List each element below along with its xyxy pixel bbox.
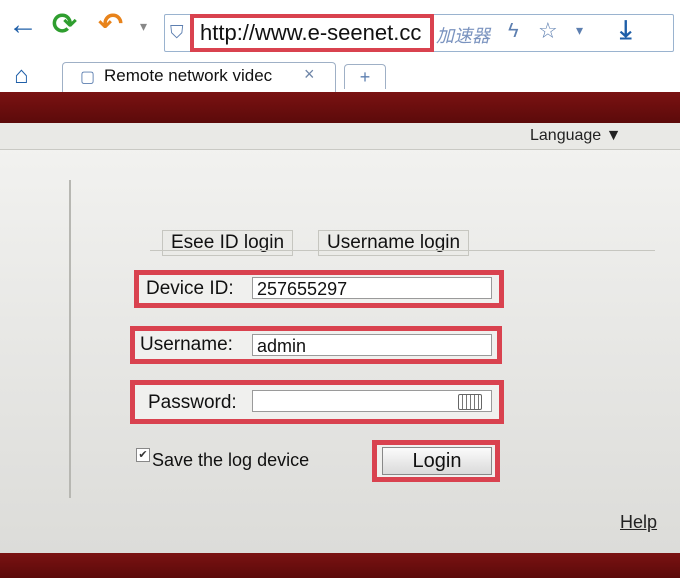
refresh-icon[interactable]: ⟳ (52, 10, 77, 40)
page-icon: ▢ (80, 69, 96, 86)
accelerator-label[interactable]: 加速器 (436, 22, 490, 48)
password-label: Password: (148, 392, 237, 413)
history-dropdown-icon[interactable]: ▾ (140, 18, 147, 35)
lightning-icon[interactable]: ϟ (508, 20, 519, 43)
dropdown-icon[interactable]: ▾ (576, 22, 583, 39)
keyboard-icon[interactable] (458, 394, 482, 410)
username-input[interactable]: admin (252, 334, 492, 356)
back-arrow-icon[interactable]: ← (8, 10, 38, 40)
login-button[interactable]: Login (382, 447, 492, 475)
username-label: Username: (140, 334, 233, 355)
home-icon[interactable]: ⌂ (14, 62, 29, 90)
tab-esee-id-login[interactable]: Esee ID login (162, 230, 294, 256)
url-text[interactable]: http://www.e-seenet.cc (200, 18, 421, 48)
tab-username-login[interactable]: Username login (318, 230, 470, 256)
undo-icon[interactable]: ↶ (98, 10, 123, 40)
language-menu[interactable]: Language ▼ (530, 127, 621, 145)
save-device-label: Save the log device (152, 450, 310, 470)
tab-underline (150, 250, 655, 251)
save-device-checkbox[interactable]: ✔ (136, 448, 150, 462)
device-id-input[interactable]: 257655297 (252, 277, 492, 299)
device-id-label: Device ID: (146, 278, 234, 299)
footer-banner (0, 553, 680, 578)
header-banner (0, 92, 680, 123)
help-link[interactable]: Help (620, 512, 657, 533)
new-tab-button[interactable]: + (344, 64, 386, 89)
download-icon[interactable]: ⤓ (620, 14, 632, 46)
shield-icon: ⛉ (170, 22, 184, 42)
tab-close-icon[interactable]: × (304, 64, 315, 85)
star-icon[interactable]: ☆ (538, 18, 558, 44)
tab-title[interactable]: Remote network videc (104, 66, 272, 86)
password-input[interactable] (252, 390, 492, 412)
vertical-divider (69, 180, 71, 498)
